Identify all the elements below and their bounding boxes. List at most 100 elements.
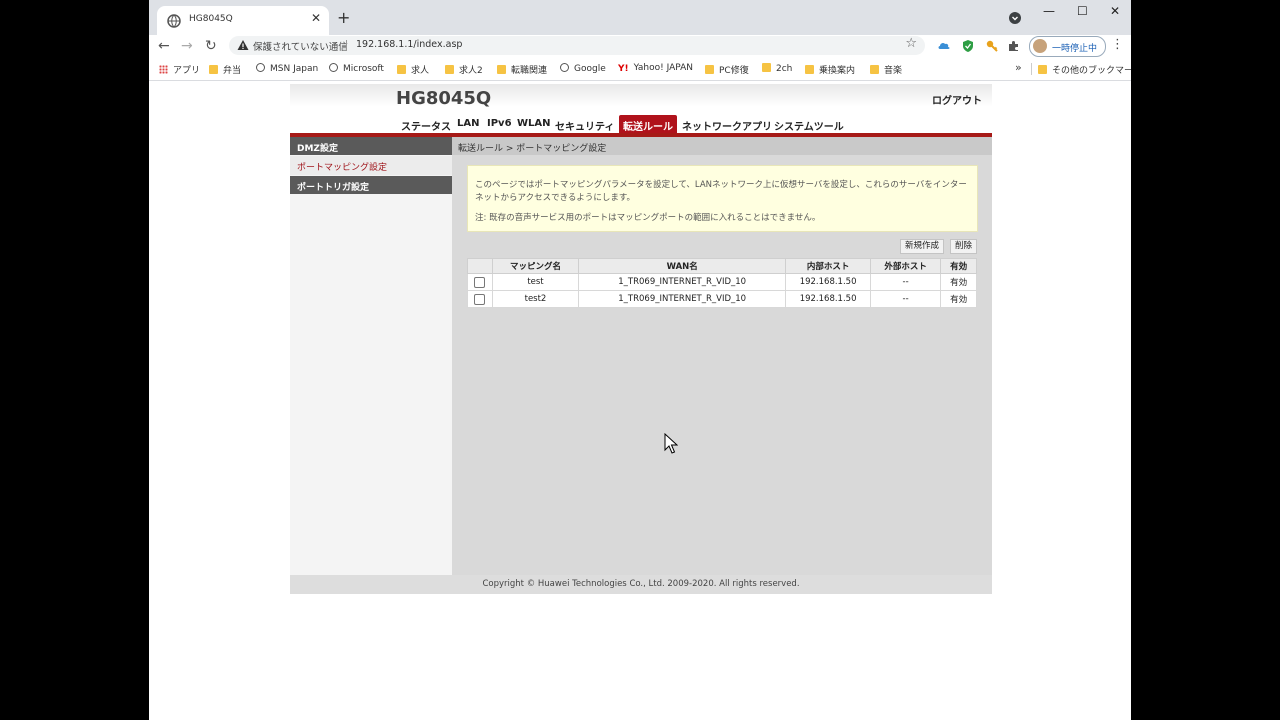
delete-button[interactable]: 削除 [950, 239, 978, 254]
internal-host-cell: 192.168.1.50 [785, 273, 871, 291]
tab-search-icon[interactable] [1009, 12, 1021, 24]
bookmark-norikae[interactable]: 乗換案内 [805, 63, 855, 76]
nav-wlan[interactable]: WLAN [517, 118, 551, 129]
port-mapping-table: マッピング名 WAN名 内部ホスト 外部ホスト 有効 test 1_TR069_… [467, 258, 977, 308]
router-admin-page: HG8045Q ログアウト ステータス LAN IPv6 WLAN セキュリティ… [290, 84, 992, 594]
copyright-text: Copyright © Huawei Technologies Co., Ltd… [482, 579, 800, 589]
profile-label: 一時停止中 [1052, 44, 1098, 54]
bookmark-apps[interactable]: アプリ [159, 63, 200, 76]
row-checkbox[interactable] [474, 293, 486, 305]
internal-host-cell: 192.168.1.50 [785, 290, 871, 308]
bookmark-google[interactable]: Google [560, 63, 606, 74]
folder-icon [705, 65, 714, 74]
globe-icon [256, 63, 265, 72]
column-header-external-host: 外部ホスト [869, 258, 942, 274]
bookmark-music[interactable]: 音楽 [870, 63, 902, 76]
warning-icon[interactable] [237, 39, 249, 51]
column-header-mapping-name: マッピング名 [491, 258, 580, 274]
window-close-button[interactable]: ✕ [1110, 4, 1120, 18]
sidebar: DMZ設定 ポートマッピング設定 ポートトリガ設定 [290, 137, 452, 575]
nav-security[interactable]: セキュリティ [555, 118, 614, 133]
bookmark-yahoo-japan[interactable]: Y! Yahoo! JAPAN [618, 63, 693, 74]
create-button[interactable]: 新規作成 [900, 239, 945, 254]
wan-name-cell: 1_TR069_INTERNET_R_VID_10 [578, 273, 787, 291]
row-checkbox[interactable] [474, 276, 486, 288]
nav-system-tools[interactable]: システムツール [774, 118, 844, 133]
folder-icon [805, 65, 814, 74]
browser-toolbar: ← → ↻ 保護されていない通信 192.168.1.1/index.asp ☆ [149, 35, 1131, 58]
mouse-cursor-icon [664, 433, 678, 454]
folder-icon [497, 65, 506, 74]
main-nav: ステータス LAN IPv6 WLAN セキュリティ 転送ルール ネットワークア… [290, 115, 992, 136]
new-tab-button[interactable]: + [337, 8, 350, 28]
bookmark-kyujin[interactable]: 求人 [397, 63, 429, 76]
cloud-icon[interactable] [937, 39, 951, 53]
browser-window: HG8045Q ✕ + — ☐ ✕ ← → ↻ 保護されていない通信 192.1… [149, 0, 1131, 720]
column-header-internal-host: 内部ホスト [785, 258, 871, 274]
yahoo-icon: Y! [618, 64, 629, 74]
notice-description: このページではポートマッピングパラメータを設定して、LANネットワーク上に仮想サ… [475, 180, 967, 203]
url-text[interactable]: 192.168.1.1/index.asp [356, 39, 462, 50]
reload-button[interactable]: ↻ [205, 37, 217, 55]
main-content: 転送ルール > ポートマッピング設定 このページではポートマッピングパラメータを… [452, 137, 992, 575]
info-notice: このページではポートマッピングパラメータを設定して、LANネットワーク上に仮想サ… [467, 165, 978, 232]
column-header-enabled: 有効 [940, 258, 977, 274]
bookmark-msn-japan[interactable]: MSN Japan [256, 63, 318, 74]
nav-lan[interactable]: LAN [457, 118, 479, 129]
globe-icon [560, 63, 569, 72]
mapping-name-cell: test2 [491, 290, 580, 308]
footer: Copyright © Huawei Technologies Co., Ltd… [290, 575, 992, 594]
folder-icon [1038, 65, 1047, 74]
table-row[interactable]: test2 1_TR069_INTERNET_R_VID_10 192.168.… [467, 290, 977, 308]
mapping-name-cell: test [491, 273, 580, 291]
column-header-select [467, 258, 493, 274]
address-divider [346, 40, 347, 51]
tab-strip: HG8045Q ✕ + — ☐ ✕ [149, 0, 1131, 35]
notice-note: 注: 既存の音声サービス用のポートはマッピングポートの範囲に入れることはできませ… [475, 213, 821, 223]
bookmark-pc-repair[interactable]: PC修復 [705, 63, 749, 76]
forward-button[interactable]: → [181, 37, 193, 55]
puzzle-icon[interactable] [1007, 39, 1021, 53]
folder-icon [870, 65, 879, 74]
back-button[interactable]: ← [158, 37, 170, 55]
table-row[interactable]: test 1_TR069_INTERNET_R_VID_10 192.168.1… [467, 273, 977, 291]
row-select-cell [467, 290, 493, 308]
folder-icon [397, 65, 406, 74]
device-model: HG8045Q [396, 88, 492, 109]
bookmark-other[interactable]: その他のブックマーク [1038, 63, 1131, 76]
logout-link[interactable]: ログアウト [932, 92, 982, 107]
tab-hg8045q[interactable]: HG8045Q ✕ [157, 6, 329, 35]
bookmarks-overflow-button[interactable]: » [1015, 61, 1022, 74]
star-icon[interactable]: ☆ [905, 36, 917, 51]
browser-menu-icon[interactable]: ⋮ [1111, 37, 1124, 52]
avatar [1033, 39, 1047, 53]
window-minimize-button[interactable]: — [1043, 4, 1055, 18]
bookmark-microsoft[interactable]: Microsoft [329, 63, 384, 74]
folder-icon [445, 65, 454, 74]
bookmark-kyujin2[interactable]: 求人2 [445, 63, 483, 76]
window-maximize-button[interactable]: ☐ [1077, 4, 1088, 18]
sidebar-item-port-mapping[interactable]: ポートマッピング設定 [290, 156, 452, 175]
sidebar-item-port-trigger[interactable]: ポートトリガ設定 [290, 176, 452, 194]
key-icon[interactable] [985, 39, 999, 53]
shield-icon[interactable] [961, 39, 975, 53]
nav-status[interactable]: ステータス [401, 118, 451, 133]
column-header-wan-name: WAN名 [578, 258, 787, 274]
bookmark-bento[interactable]: 弁当 [209, 63, 241, 76]
folder-icon [762, 63, 771, 72]
nav-ipv6[interactable]: IPv6 [487, 118, 512, 129]
row-select-cell [467, 273, 493, 291]
tab-close-icon[interactable]: ✕ [311, 11, 321, 25]
tab-title: HG8045Q [189, 14, 233, 24]
address-bar[interactable]: 保護されていない通信 192.168.1.1/index.asp ☆ [229, 36, 925, 55]
breadcrumb: 転送ルール > ポートマッピング設定 [458, 144, 607, 154]
bookmark-tenshoku[interactable]: 転職関連 [497, 63, 547, 76]
nav-network-apps[interactable]: ネットワークアプリ [682, 118, 772, 133]
bookmark-2ch[interactable]: 2ch [762, 63, 792, 74]
sidebar-item-dmz[interactable]: DMZ設定 [290, 137, 452, 155]
profile-button[interactable]: 一時停止中 [1029, 36, 1106, 57]
bookmarks-divider [1031, 63, 1032, 75]
apps-icon [159, 65, 168, 74]
security-status[interactable]: 保護されていない通信 [253, 39, 348, 53]
globe-icon [329, 63, 338, 72]
